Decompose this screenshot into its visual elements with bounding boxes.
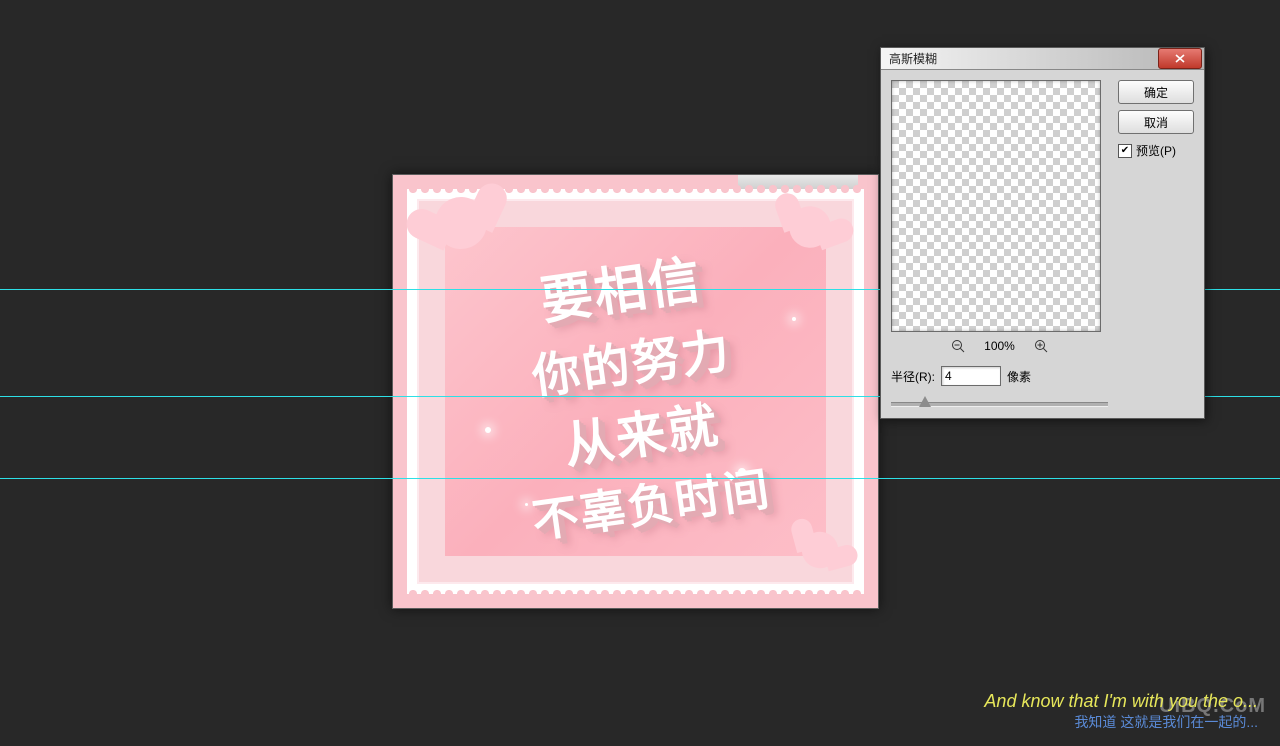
zoom-out-icon [951,339,965,353]
zoom-in-button[interactable] [1033,338,1049,354]
zoom-controls: 100% [891,338,1108,354]
gaussian-blur-dialog: 高斯模糊 100% 半径(R): [880,47,1205,419]
zoom-in-icon [1034,339,1048,353]
watermark: And know that I'm with you the o... 我知道 … [984,691,1258,732]
watermark-english: And know that I'm with you the o... [984,691,1258,712]
watermark-chinese: 我知道 这就是我们在一起的... [984,712,1258,732]
slider-thumb[interactable] [919,396,931,407]
3d-text-group: 要相信 你的努力 从来就 不辜负时间 [424,202,847,581]
zoom-level: 100% [984,339,1015,353]
dialog-body: 100% 半径(R): 像素 确定 取消 [881,70,1204,424]
stamp-background: 要相信 你的努力 从来就 不辜负时间 [445,227,826,556]
dialog-title: 高斯模糊 [889,50,937,67]
radius-label: 半径(R): [891,368,935,385]
preview-checkbox-row[interactable]: ✔ 预览(P) [1118,142,1194,159]
radius-unit: 像素 [1007,368,1031,385]
document-canvas[interactable]: 要相信 你的努力 从来就 不辜负时间 [392,174,879,609]
workspace: 要相信 你的努力 从来就 不辜负时间 高斯模糊 1 [0,0,1280,746]
radius-slider[interactable] [891,394,1108,414]
close-button[interactable] [1158,48,1202,69]
preview-checkbox[interactable]: ✔ [1118,144,1132,158]
button-column: 确定 取消 ✔ 预览(P) [1118,80,1194,414]
preview-area[interactable] [891,80,1101,332]
guide-horizontal[interactable] [0,478,1280,479]
cancel-button[interactable]: 取消 [1118,110,1194,134]
ok-button[interactable]: 确定 [1118,80,1194,104]
zoom-out-button[interactable] [950,338,966,354]
radius-row: 半径(R): 像素 [891,366,1108,386]
preview-column: 100% 半径(R): 像素 [891,80,1108,414]
stamp-frame: 要相信 你的努力 从来就 不辜负时间 [407,189,864,594]
dialog-titlebar[interactable]: 高斯模糊 [881,48,1204,70]
preview-label: 预览(P) [1136,142,1176,159]
text-line-4: 不辜负时间 [528,453,775,552]
close-icon [1175,54,1185,63]
radius-input[interactable] [941,366,1001,386]
